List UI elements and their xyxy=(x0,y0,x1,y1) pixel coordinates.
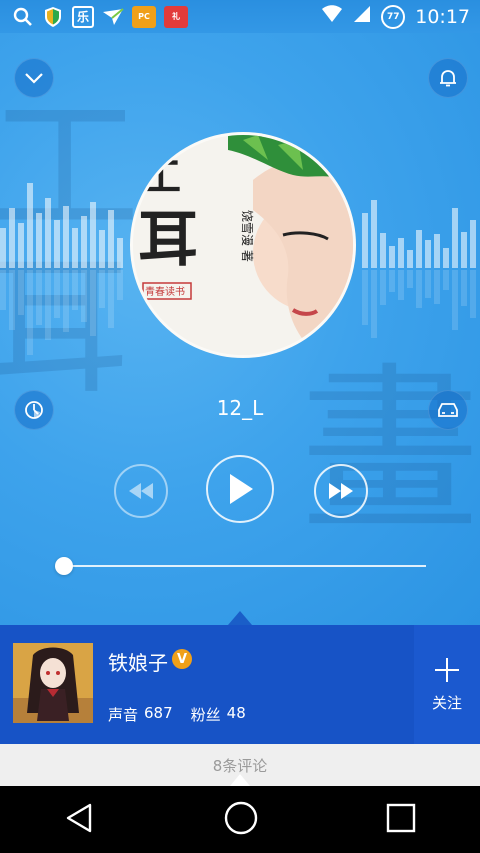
comments-notch xyxy=(230,774,250,786)
back-icon xyxy=(66,803,91,832)
play-button[interactable] xyxy=(206,455,274,523)
svg-text:青春读书: 青春读书 xyxy=(145,285,185,298)
play-icon xyxy=(230,474,253,504)
equalizer-right xyxy=(362,183,476,268)
status-bar: 乐 PC 礼 77 10:17 xyxy=(0,0,480,33)
follow-label: 关注 xyxy=(431,694,462,712)
back-button[interactable] xyxy=(64,802,96,838)
fans-count: 48 xyxy=(226,704,246,722)
svg-text:耳: 耳 xyxy=(138,205,198,275)
fast-forward-button[interactable] xyxy=(314,464,368,518)
car-icon xyxy=(438,403,458,417)
progress-bar[interactable] xyxy=(64,565,426,567)
plus-icon xyxy=(435,658,459,682)
sounds-label: 声音 xyxy=(108,706,139,724)
rewind-icon xyxy=(129,483,153,499)
recent-apps-button[interactable] xyxy=(386,803,416,837)
pconline-app-icon: PC xyxy=(132,5,156,28)
signal-icon xyxy=(353,5,371,28)
le-app-icon: 乐 xyxy=(72,5,94,28)
uploader-stats: 声音 687 粉丝 48 xyxy=(108,704,246,725)
wifi-icon xyxy=(321,5,343,28)
uploader-panel: 铁娘子 V 声音 687 粉丝 48 关注 xyxy=(0,625,480,744)
clock: 10:17 xyxy=(415,5,470,28)
battery-icon: 77 xyxy=(381,4,406,29)
album-cover: 工 耳 饶雪漫 著 青春读书 xyxy=(130,132,356,358)
uploader-name[interactable]: 铁娘子 xyxy=(108,647,168,676)
player-area: 工 耳 畫 工 耳 饶雪漫 著 青春读书 12_L xyxy=(0,33,480,625)
home-icon xyxy=(224,801,258,834)
equalizer-right-reflection xyxy=(362,270,476,338)
rewind-button[interactable] xyxy=(114,464,168,518)
shield-icon xyxy=(42,6,64,28)
svg-text:工: 工 xyxy=(141,153,181,200)
car-mode-button[interactable] xyxy=(428,390,468,430)
avatar[interactable] xyxy=(13,643,93,723)
fans-label: 粉丝 xyxy=(190,706,221,724)
equalizer-left xyxy=(0,183,123,268)
gift-app-icon: 礼 xyxy=(164,5,188,28)
alarm-button[interactable] xyxy=(428,58,468,98)
sounds-count: 687 xyxy=(144,704,173,722)
chevron-down-icon xyxy=(25,73,43,84)
fast-forward-icon xyxy=(329,483,353,499)
comments-label: 8条评论 xyxy=(212,756,268,775)
progress-knob[interactable] xyxy=(55,557,73,575)
follow-button[interactable]: 关注 xyxy=(414,625,480,744)
recent-apps-icon xyxy=(387,803,416,832)
bell-icon xyxy=(440,70,456,87)
home-button[interactable] xyxy=(223,800,259,840)
svg-text:饶雪漫 著: 饶雪漫 著 xyxy=(240,210,254,262)
panel-pointer xyxy=(228,611,252,625)
navigation-bar xyxy=(0,786,480,853)
verified-badge: V xyxy=(172,649,192,669)
search-icon xyxy=(12,6,34,28)
track-title: 12_L xyxy=(216,396,264,420)
send-icon xyxy=(102,6,124,28)
collapse-button[interactable] xyxy=(14,58,54,98)
equalizer-left-reflection xyxy=(0,270,123,355)
